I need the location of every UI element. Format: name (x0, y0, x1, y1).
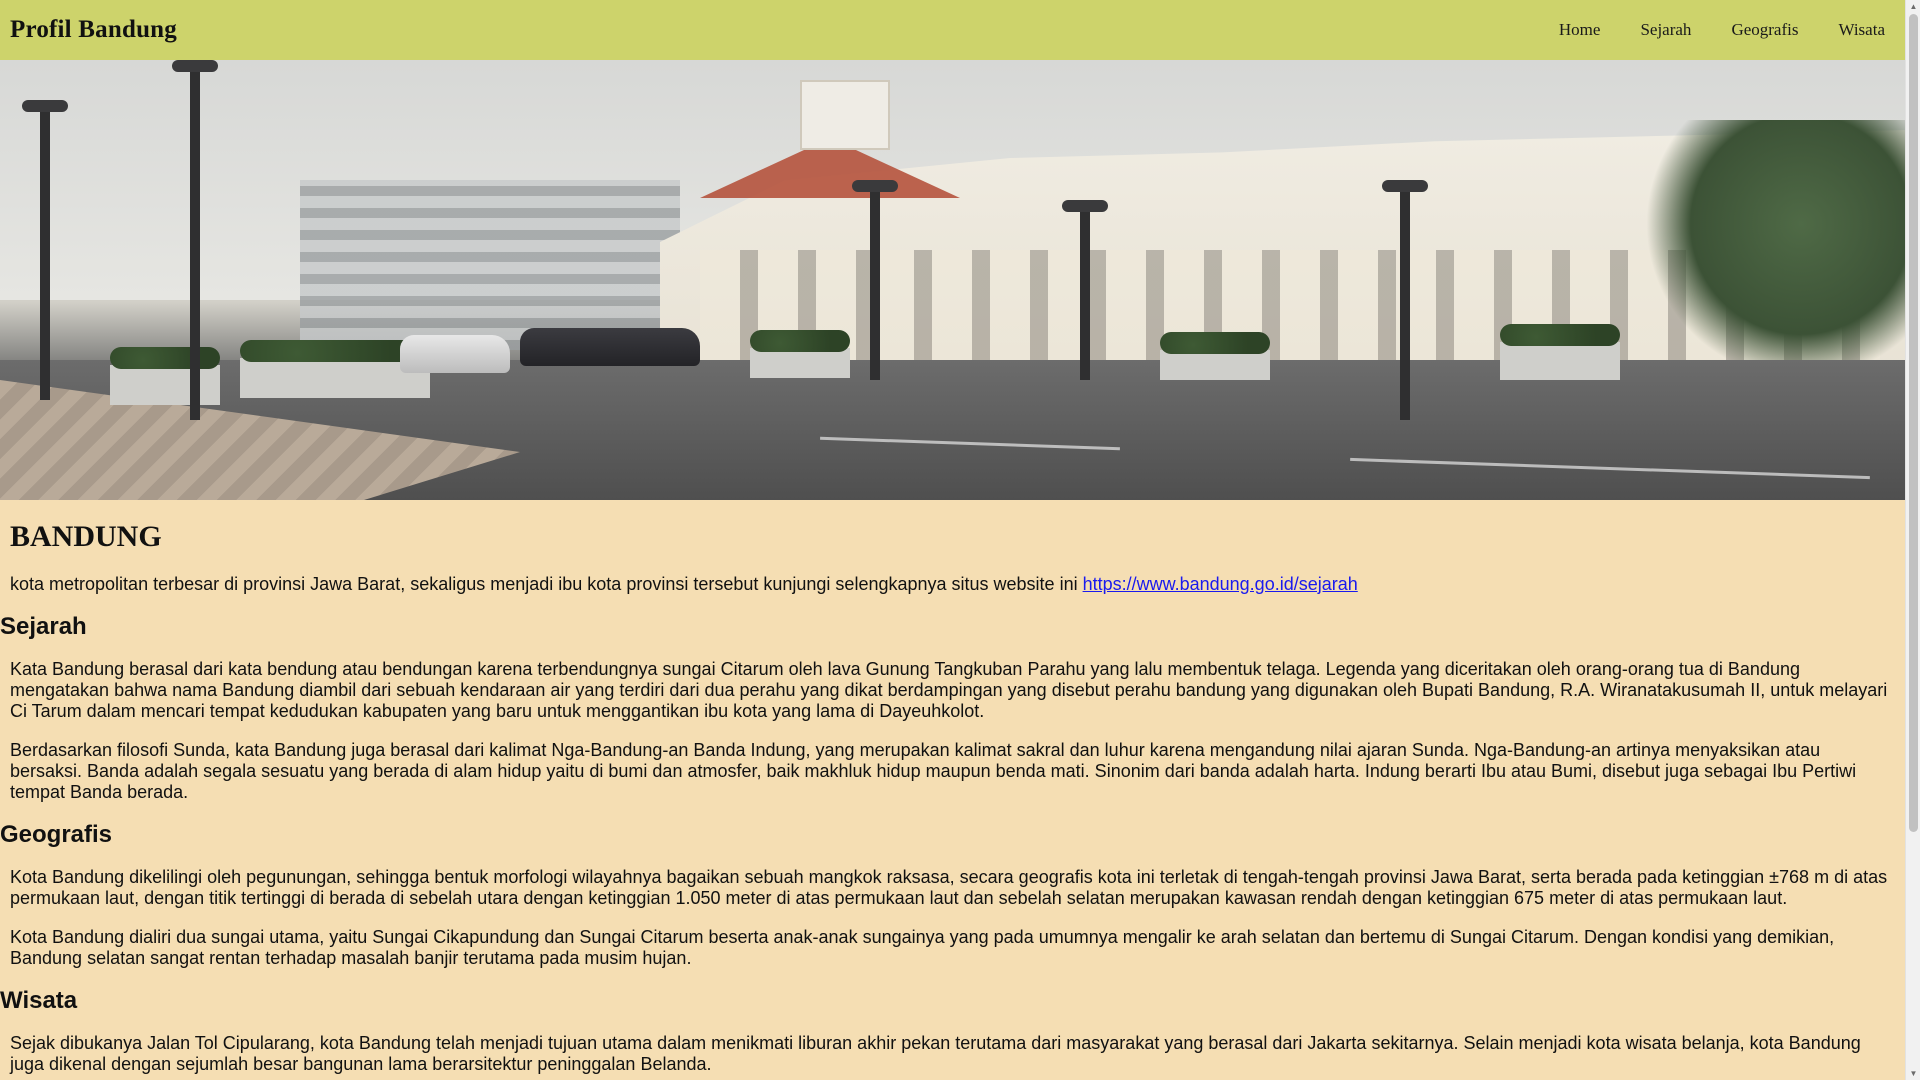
hero-car (400, 335, 510, 373)
intro-paragraph: kota metropolitan terbesar di provinsi J… (0, 554, 1905, 595)
hero-lamp (1062, 200, 1108, 380)
main-nav: Home Sejarah Geografis Wisata (1539, 0, 1895, 60)
hero-car (520, 328, 700, 366)
site-header: Profil Bandung Home Sejarah Geografis Wi… (0, 0, 1905, 60)
hero-building-left (300, 180, 680, 350)
nav-geografis[interactable]: Geografis (1711, 0, 1818, 60)
hero-planter (1500, 324, 1620, 380)
sejarah-paragraph-2: Berdasarkan filosofi Sunda, kata Bandung… (10, 740, 1857, 802)
down-arrow-icon[interactable]: ▼ (1909, 1069, 1918, 1078)
geografis-paragraph-1: Kota Bandung dikelilingi oleh pegunungan… (10, 867, 1888, 908)
hero-lamp (172, 60, 218, 420)
nav-home[interactable]: Home (1539, 0, 1621, 60)
hero-tower (800, 80, 890, 150)
section-title-geografis: Geografis (0, 821, 113, 848)
scrollbar-thumb[interactable] (1909, 14, 1918, 832)
hero-planter (110, 347, 220, 405)
nav-wisata[interactable]: Wisata (1818, 0, 1895, 60)
hero-tree (1645, 120, 1905, 380)
site-brand[interactable]: Profil Bandung (10, 16, 177, 44)
page-title: BANDUNG (10, 520, 162, 553)
wisata-paragraph-1: Sejak dibukanya Jalan Tol Cipularang, ko… (10, 1033, 1861, 1074)
hero-planter (1160, 332, 1270, 380)
hero-lamp (852, 180, 898, 380)
hero-planter (750, 330, 850, 378)
intro-text: kota metropolitan terbesar di provinsi J… (10, 574, 1083, 594)
hero-lamp (22, 100, 68, 400)
geografis-paragraph-2: Kota Bandung dialiri dua sungai utama, y… (10, 927, 1835, 968)
section-title-wisata: Wisata (0, 987, 78, 1014)
main-content: BANDUNG kota metropolitan terbesar di pr… (0, 500, 1905, 1075)
vertical-scrollbar[interactable]: ▲ ▼ (1905, 0, 1920, 1080)
section-title-sejarah: Sejarah (0, 613, 87, 640)
page-viewport: Profil Bandung Home Sejarah Geografis Wi… (0, 0, 1905, 1080)
sejarah-paragraph-1: Kata Bandung berasal dari kata bendung a… (10, 659, 1888, 721)
sejarah-link[interactable]: https://www.bandung.go.id/sejarah (1083, 574, 1358, 594)
nav-sejarah[interactable]: Sejarah (1620, 0, 1711, 60)
up-arrow-icon[interactable]: ▲ (1909, 2, 1918, 11)
hero-lamp (1382, 180, 1428, 420)
hero-image (0, 60, 1905, 500)
